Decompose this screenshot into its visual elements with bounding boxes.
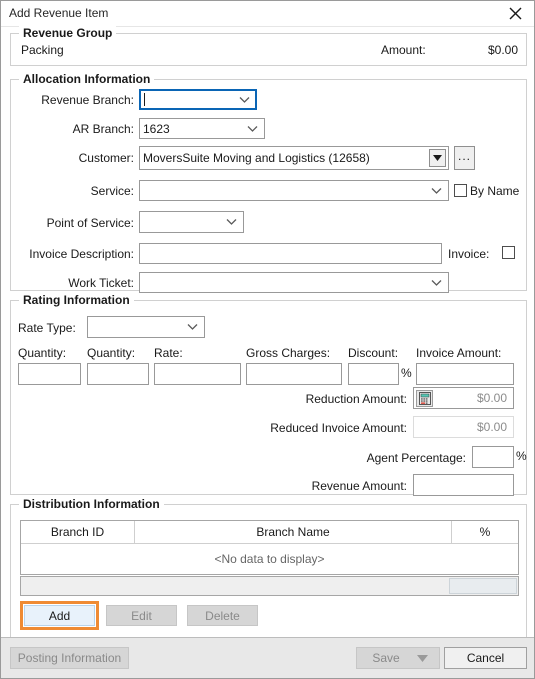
rate-input[interactable] (154, 363, 241, 385)
revenue-amount-label: Revenue Amount: (311, 479, 407, 493)
gross-charges-input[interactable] (246, 363, 342, 385)
revenue-branch-label: Revenue Branch: (41, 93, 134, 107)
column-header-percent[interactable]: % (451, 521, 518, 543)
chevron-down-icon[interactable] (405, 654, 439, 662)
agent-percentage-percent-sign: % (516, 449, 527, 463)
customer-label: Customer: (78, 151, 134, 165)
quantity2-label: Quantity: (87, 346, 136, 360)
ar-branch-select[interactable]: 1623 (139, 118, 265, 139)
revenue-branch-input[interactable] (139, 89, 257, 110)
invoice-checkbox[interactable] (502, 246, 515, 259)
chevron-down-icon (226, 219, 237, 226)
column-header-branch-id[interactable]: Branch ID (21, 521, 134, 543)
chevron-down-icon (431, 187, 442, 194)
edit-button[interactable]: Edit (106, 605, 177, 626)
grid-empty-message: <No data to display> (214, 551, 325, 566)
revenue-amount-input[interactable] (413, 474, 514, 496)
delete-button[interactable]: Delete (187, 605, 258, 626)
chevron-down-icon (187, 324, 198, 331)
quantity1-input[interactable] (18, 363, 81, 385)
by-name-checkbox[interactable] (454, 184, 467, 197)
reduction-amount-label: Reduction Amount: (305, 392, 407, 406)
posting-information-button[interactable]: Posting Information (10, 647, 129, 669)
revenue-group-amount-value: $0.00 (487, 43, 518, 57)
add-button[interactable]: Add (24, 605, 95, 626)
by-name-label: By Name (470, 184, 520, 198)
invoice-description-input[interactable] (139, 243, 442, 264)
close-icon[interactable] (500, 3, 530, 24)
discount-percent-sign: % (401, 366, 412, 380)
discount-label: Discount: (348, 346, 399, 360)
service-select[interactable] (139, 180, 449, 201)
reduced-invoice-amount-value: $0.00 (476, 420, 507, 434)
point-of-service-select[interactable] (139, 211, 244, 233)
rating-legend: Rating Information (19, 293, 134, 307)
invoice-label: Invoice: (448, 247, 490, 261)
text-cursor (144, 93, 145, 106)
save-button-label: Save (372, 651, 400, 665)
calculator-icon[interactable] (416, 390, 433, 407)
point-of-service-label: Point of Service: (46, 216, 134, 230)
revenue-group-amount-label: Amount: (381, 43, 426, 57)
rate-type-select[interactable] (87, 316, 205, 338)
allocation-information-section: Allocation Information Revenue Branch: A… (10, 72, 527, 293)
service-label: Service: (90, 184, 134, 198)
ellipsis-icon: ... (457, 148, 471, 163)
quantity1-label: Quantity: (18, 346, 67, 360)
save-button[interactable]: Save (356, 647, 440, 669)
distribution-grid: Branch ID Branch Name % <No data to disp… (20, 520, 519, 575)
ar-branch-label: AR Branch: (72, 122, 134, 136)
dialog-footer: Posting Information Save Cancel (1, 637, 534, 678)
distribution-legend: Distribution Information (19, 497, 164, 511)
distribution-information-section: Distribution Information Branch ID Branc… (10, 497, 527, 638)
work-ticket-select[interactable] (139, 272, 449, 293)
reduced-invoice-amount-label: Reduced Invoice Amount: (270, 421, 407, 435)
customer-browse-button[interactable]: ... (454, 146, 475, 170)
grid-footer-row (20, 576, 519, 596)
reduction-amount-field[interactable]: $0.00 (413, 387, 514, 409)
revenue-group-name: Packing (21, 43, 64, 57)
invoice-amount-input[interactable] (416, 363, 514, 385)
cancel-button[interactable]: Cancel (444, 647, 527, 669)
ar-branch-value: 1623 (143, 121, 170, 136)
column-header-branch-name[interactable]: Branch Name (134, 521, 451, 543)
customer-value: MoversSuite Moving and Logistics (12658) (143, 151, 370, 165)
agent-percentage-label: Agent Percentage: (366, 451, 466, 465)
grid-footer-total-cell (449, 578, 517, 594)
quantity2-input[interactable] (87, 363, 149, 385)
reduction-amount-value: $0.00 (476, 391, 507, 405)
reduced-invoice-amount-field: $0.00 (413, 416, 514, 438)
agent-percentage-input[interactable] (472, 446, 514, 468)
window-title: Add Revenue Item (9, 6, 109, 20)
rate-label: Rate: (154, 346, 183, 360)
invoice-amount-label: Invoice Amount: (416, 346, 502, 360)
gross-charges-label: Gross Charges: (246, 346, 331, 360)
rating-information-section: Rating Information Rate Type: Quantity: … (10, 293, 527, 496)
work-ticket-label: Work Ticket: (68, 276, 134, 290)
chevron-down-icon (247, 125, 258, 132)
customer-combobox[interactable]: MoversSuite Moving and Logistics (12658) (139, 146, 449, 170)
title-bar: Add Revenue Item (1, 1, 534, 27)
chevron-down-icon (239, 96, 250, 103)
invoice-description-label: Invoice Description: (29, 247, 134, 261)
customer-dropdown-button[interactable] (429, 149, 446, 167)
chevron-down-icon (431, 279, 442, 286)
discount-input[interactable] (348, 363, 399, 385)
revenue-group-section: Revenue Group Packing Amount: $0.00 (10, 26, 527, 66)
revenue-group-legend: Revenue Group (19, 26, 117, 40)
rate-type-label: Rate Type: (18, 321, 76, 335)
allocation-legend: Allocation Information (19, 72, 155, 86)
add-revenue-item-dialog: Add Revenue Item Revenue Group Packing A… (0, 0, 535, 679)
grid-header-row: Branch ID Branch Name % (21, 521, 518, 544)
